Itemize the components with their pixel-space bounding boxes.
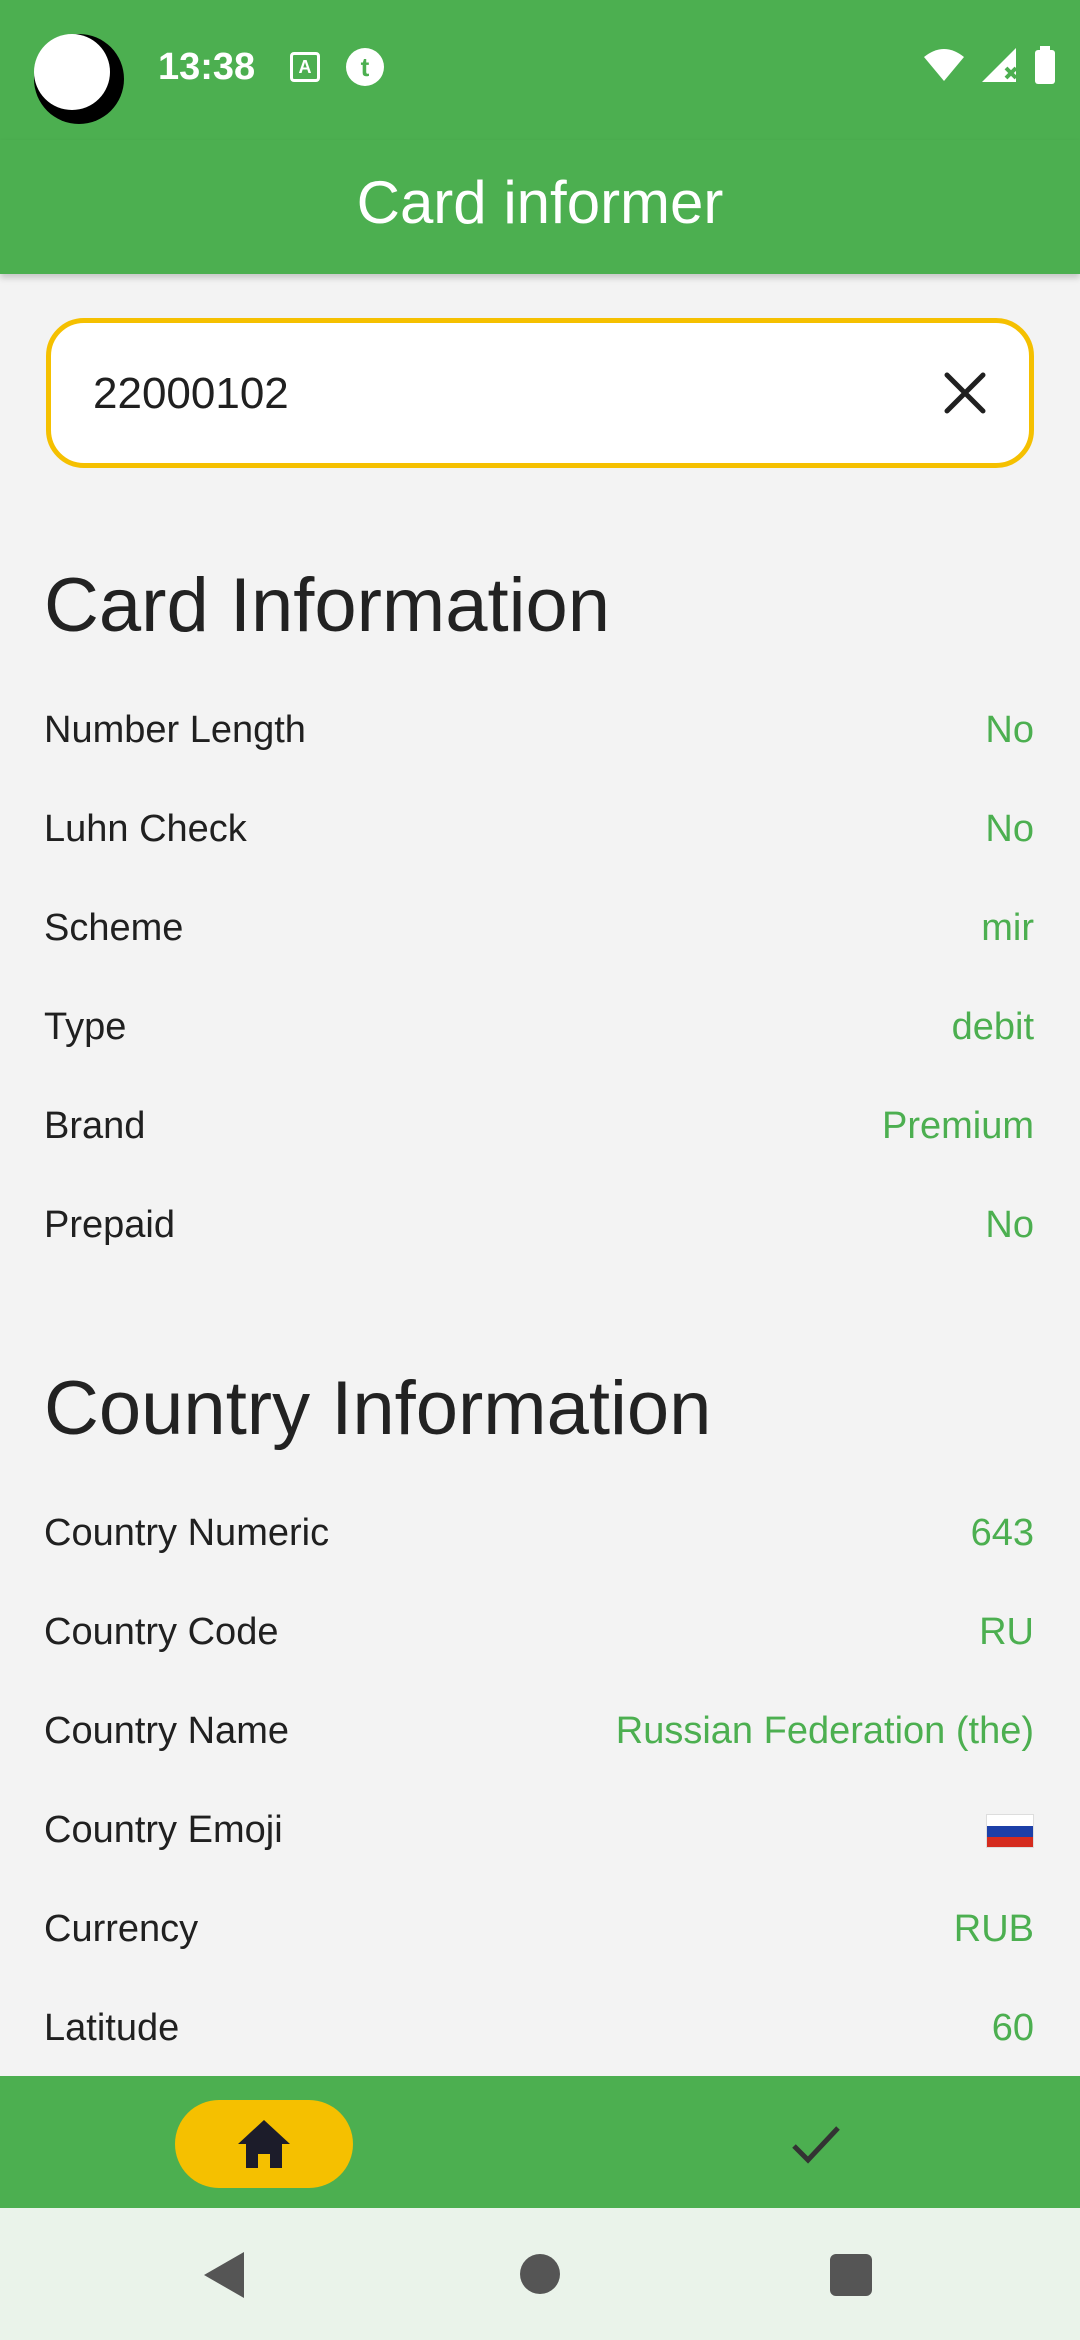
battery-icon [1035, 46, 1055, 84]
check-tab[interactable] [778, 2100, 854, 2188]
recents-icon[interactable] [830, 2254, 872, 2296]
row-value: No [985, 708, 1034, 751]
row-label: Luhn Check [44, 807, 247, 850]
row-label: Scheme [44, 906, 184, 949]
list-item: Country Code RU [44, 1602, 1034, 1662]
signal-icon [982, 48, 1018, 82]
check-icon [792, 2126, 840, 2164]
row-label: Prepaid [44, 1203, 175, 1246]
home-tab[interactable] [175, 2100, 353, 2188]
list-item: Country Numeric 643 [44, 1503, 1034, 1563]
country-info-title: Country Information [44, 1366, 712, 1451]
list-item: Number Length No [44, 700, 1034, 760]
close-icon[interactable] [935, 363, 995, 423]
row-label: Currency [44, 1907, 199, 1950]
row-label: Country Numeric [44, 1511, 330, 1554]
list-item: Latitude 60 [44, 1998, 1034, 2058]
list-item: Luhn Check No [44, 799, 1034, 859]
card-number-field[interactable] [46, 318, 1034, 468]
keyboard-a-icon: A [290, 52, 320, 82]
list-item: Scheme mir [44, 898, 1034, 958]
card-number-input[interactable] [91, 323, 915, 465]
row-label: Country Emoji [44, 1808, 283, 1851]
t-app-icon: t [346, 48, 384, 86]
flag-icon [986, 1809, 1034, 1852]
row-value: RUB [953, 1907, 1034, 1950]
status-icons [922, 46, 1056, 84]
home-icon [238, 2120, 290, 2168]
app-bar: Card informer [0, 140, 1080, 274]
row-value: Premium [881, 1104, 1034, 1147]
row-value: 60 [991, 2006, 1034, 2049]
row-value: debit [951, 1005, 1034, 1048]
list-item: Currency RUB [44, 1899, 1034, 1959]
row-value: 643 [970, 1511, 1034, 1554]
row-label: Brand [44, 1104, 146, 1147]
row-label: Number Length [44, 708, 306, 751]
row-label: Country Name [44, 1709, 289, 1752]
list-item: Country Emoji [44, 1800, 1034, 1860]
home-button-icon[interactable] [520, 2254, 560, 2294]
wifi-icon [924, 49, 964, 81]
row-value: No [985, 807, 1034, 850]
row-label: Country Code [44, 1610, 279, 1653]
row-value: mir [981, 906, 1034, 949]
status-bar: 13:38 A t [0, 0, 1080, 140]
back-icon[interactable] [200, 2250, 246, 2300]
list-item: Prepaid No [44, 1195, 1034, 1255]
list-item: Brand Premium [44, 1096, 1034, 1156]
row-value: Russian Federation (the) [615, 1709, 1034, 1752]
system-navigation-bar [0, 2208, 1080, 2340]
row-value: No [985, 1203, 1034, 1246]
status-time: 13:38 [158, 46, 256, 88]
row-value: RU [979, 1610, 1034, 1653]
list-item: Country Name Russian Federation (the) [44, 1701, 1034, 1761]
card-info-title: Card Information [44, 563, 611, 648]
bottom-navigation [0, 2076, 1080, 2208]
camera-cutout [34, 34, 124, 124]
row-label: Type [44, 1005, 127, 1048]
row-label: Latitude [44, 2006, 180, 2049]
app-title: Card informer [356, 169, 724, 236]
list-item: Type debit [44, 997, 1034, 1057]
